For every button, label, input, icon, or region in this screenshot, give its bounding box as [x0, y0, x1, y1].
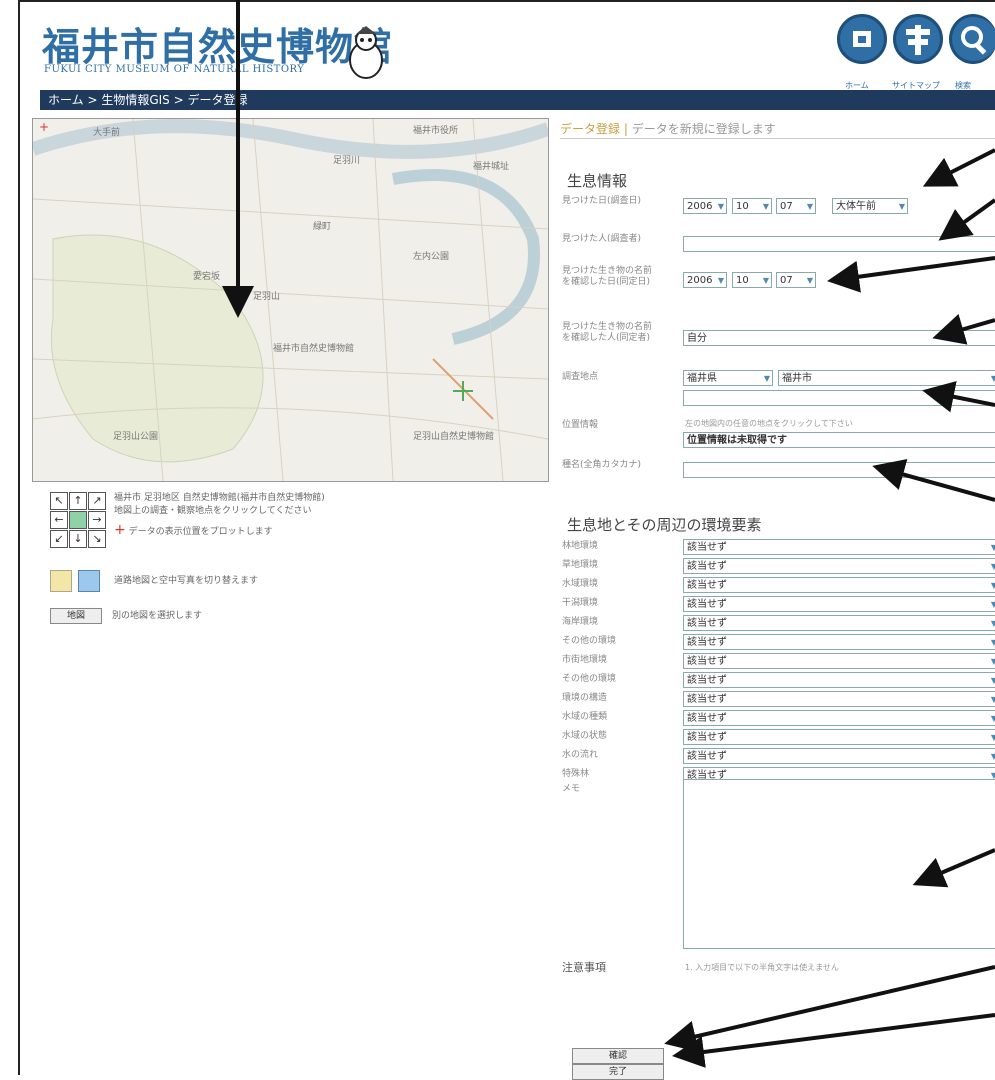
arrow-species	[872, 459, 995, 502]
annotation-arrows	[222, 0, 995, 1068]
arrow-identifier	[932, 313, 995, 345]
arrow-place	[922, 381, 995, 413]
arrow-done	[672, 1013, 995, 1068]
arrow-time	[922, 148, 995, 187]
arrow-finder	[938, 198, 995, 241]
arrow-memo	[912, 848, 995, 888]
arrow-confirm	[664, 965, 995, 1053]
arrow-id-date	[827, 256, 995, 293]
